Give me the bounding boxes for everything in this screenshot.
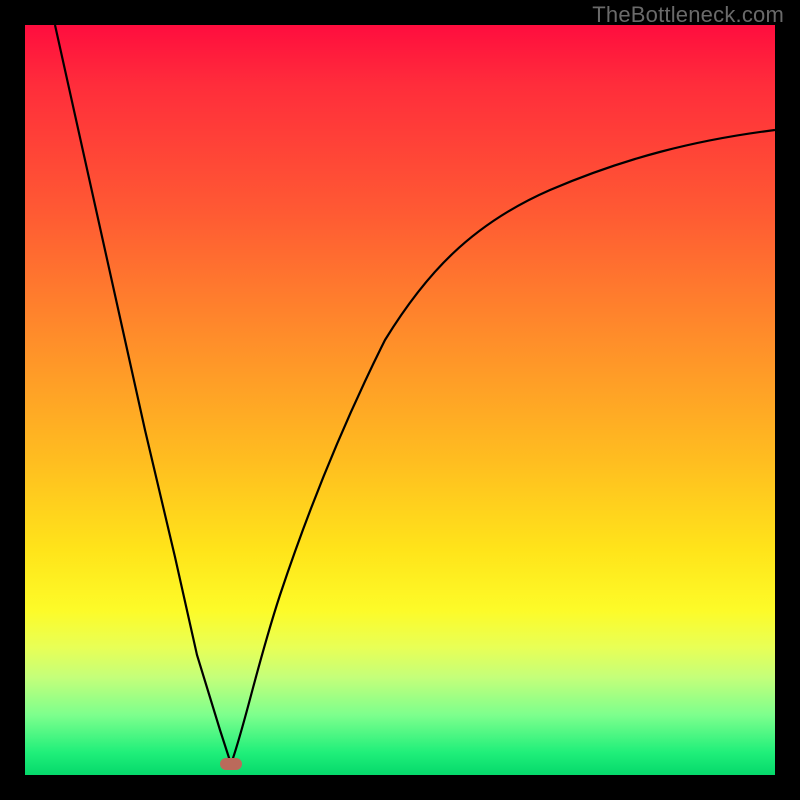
plot-area xyxy=(25,25,775,775)
curve-right-branch xyxy=(231,130,775,764)
curve-left-branch xyxy=(55,25,231,764)
chart-frame: TheBottleneck.com xyxy=(0,0,800,800)
bottleneck-curve xyxy=(25,25,775,775)
minimum-marker xyxy=(220,758,242,770)
watermark-text: TheBottleneck.com xyxy=(592,2,784,28)
